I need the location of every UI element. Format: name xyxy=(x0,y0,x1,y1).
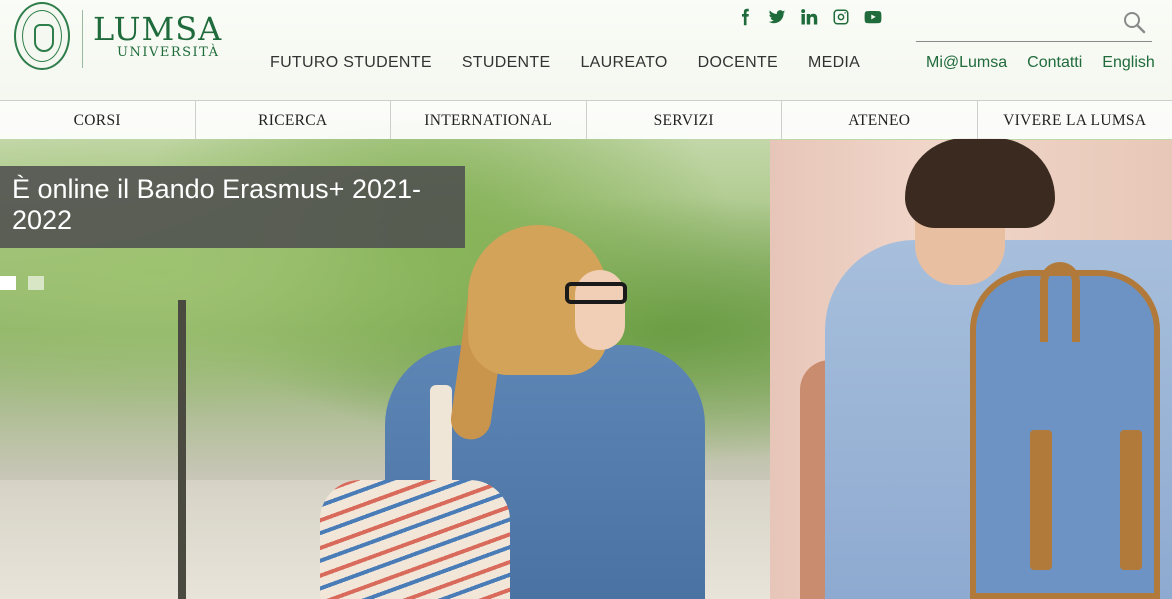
nav-laureato[interactable]: LAUREATO xyxy=(580,54,667,72)
section-international[interactable]: INTERNATIONAL xyxy=(391,101,587,139)
section-ateneo[interactable]: ATENEO xyxy=(782,101,978,139)
hero-lamppost xyxy=(178,300,186,599)
nav-studente[interactable]: STUDENTE xyxy=(462,54,551,72)
instagram-icon[interactable] xyxy=(832,8,850,26)
section-vivere-la-lumsa[interactable]: VIVERE LA LUMSA xyxy=(978,101,1172,139)
search-icon[interactable] xyxy=(1122,10,1146,34)
nav-docente[interactable]: DOCENTE xyxy=(698,54,778,72)
facebook-icon[interactable] xyxy=(736,8,754,26)
lumsa-seal-logo[interactable] xyxy=(14,2,70,70)
slide-caption-text[interactable]: È online il Bando Erasmus+ 2021-2022 xyxy=(12,174,453,236)
social-links xyxy=(736,8,882,26)
student-boy-bag-buckle xyxy=(1030,430,1052,570)
youtube-icon[interactable] xyxy=(864,8,882,26)
site-header: LUMSA UNIVERSITÀ FUTURO STUDENTE STUDENT… xyxy=(0,0,1172,100)
student-boy-hair xyxy=(905,138,1055,228)
student-boy-bag-handle xyxy=(1040,262,1080,342)
main-navigation: FUTURO STUDENTE STUDENTE LAUREATO DOCENT… xyxy=(270,54,860,72)
utility-navigation: Mi@Lumsa Contatti English xyxy=(926,54,1155,72)
logo-wordmark[interactable]: LUMSA xyxy=(93,10,222,48)
slide-indicators xyxy=(0,276,44,290)
logo-subtitle[interactable]: UNIVERSITÀ xyxy=(117,45,220,60)
search-field[interactable] xyxy=(916,4,1152,42)
link-english[interactable]: English xyxy=(1102,54,1154,72)
slide-dot-1[interactable] xyxy=(0,276,16,290)
student-girl-glasses xyxy=(565,282,627,304)
twitter-icon[interactable] xyxy=(768,8,786,26)
section-corsi[interactable]: CORSI xyxy=(0,101,196,139)
section-servizi[interactable]: SERVIZI xyxy=(587,101,782,139)
link-mi-lumsa[interactable]: Mi@Lumsa xyxy=(926,54,1007,72)
link-contatti[interactable]: Contatti xyxy=(1027,54,1082,72)
student-boy-bag-buckle xyxy=(1120,430,1142,570)
slide-dot-2[interactable] xyxy=(28,276,44,290)
nav-futuro-studente[interactable]: FUTURO STUDENTE xyxy=(270,54,432,72)
logo-divider xyxy=(82,10,83,68)
linkedin-icon[interactable] xyxy=(800,8,818,26)
nav-media[interactable]: MEDIA xyxy=(808,54,860,72)
student-girl-backpack xyxy=(320,480,510,599)
section-ricerca[interactable]: RICERCA xyxy=(196,101,391,139)
section-navigation: CORSI RICERCA INTERNATIONAL SERVIZI ATEN… xyxy=(0,100,1172,139)
slide-caption[interactable]: È online il Bando Erasmus+ 2021-2022 xyxy=(0,166,465,248)
